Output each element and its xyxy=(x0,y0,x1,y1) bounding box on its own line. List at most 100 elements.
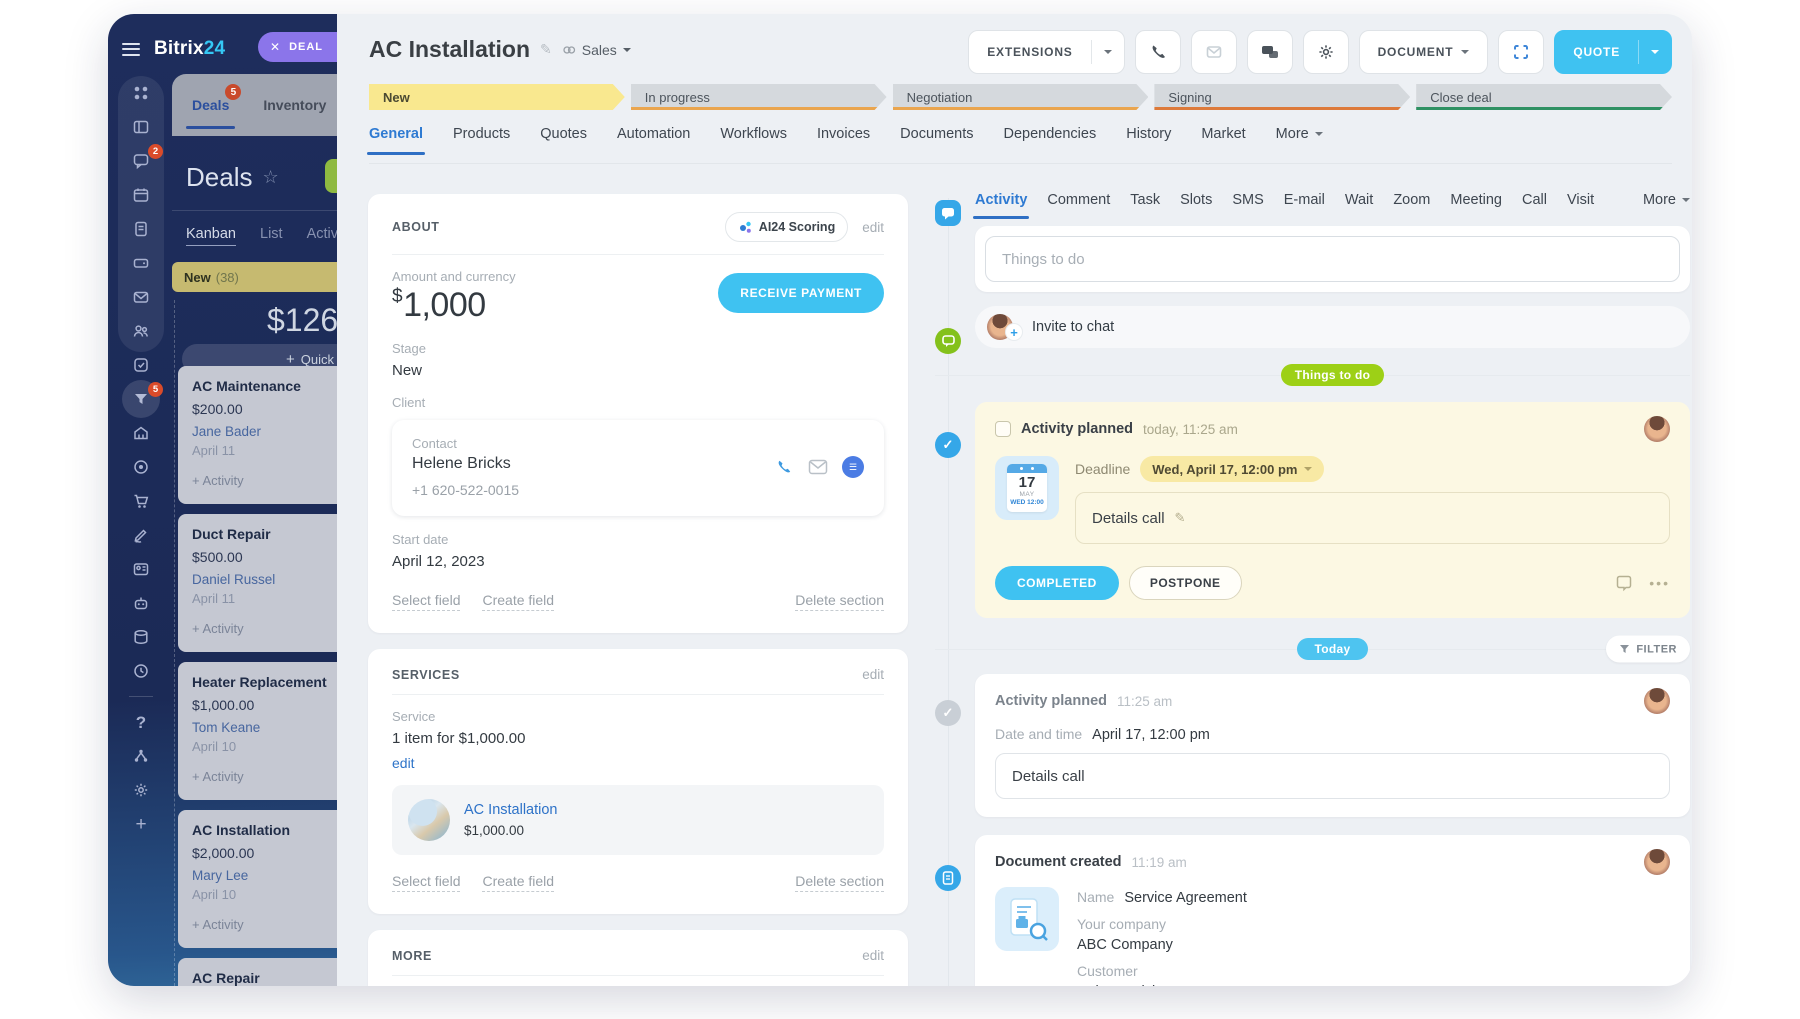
service-edit-link[interactable]: edit xyxy=(392,755,884,771)
kanban-board-icon[interactable] xyxy=(118,110,164,144)
deadline-chip[interactable]: Wed, April 17, 12:00 pm xyxy=(1140,456,1324,482)
receive-payment-button[interactable]: RECEIVE PAYMENT xyxy=(718,273,884,313)
employees-icon[interactable] xyxy=(118,314,164,348)
timeline-tab[interactable]: More xyxy=(1643,192,1690,218)
settings-icon[interactable] xyxy=(118,773,164,807)
add-icon[interactable]: + xyxy=(118,807,164,841)
todo-input[interactable]: Things to do xyxy=(985,236,1680,282)
timeline-tab[interactable]: Meeting xyxy=(1450,192,1502,218)
timeline-tab[interactable]: E-mail xyxy=(1284,192,1325,218)
deal-card[interactable]: AC Maintenance $200.00 Jane Bader April … xyxy=(178,366,337,504)
timeline-tab[interactable]: Zoom xyxy=(1393,192,1430,218)
services-edit-link[interactable]: edit xyxy=(862,667,884,682)
deal-tab[interactable]: Documents xyxy=(900,126,973,154)
deal-tab[interactable]: Invoices xyxy=(817,126,870,154)
deal-tab[interactable]: Automation xyxy=(617,126,690,154)
stage-chip[interactable]: New xyxy=(369,84,625,110)
contact-phone[interactable]: +1 620-522-0015 xyxy=(412,482,864,498)
deal-tab[interactable]: General xyxy=(369,126,423,154)
deal-card[interactable]: AC Repair xyxy=(178,958,337,986)
edit-title-icon[interactable]: ✎ xyxy=(540,41,552,58)
drive-icon[interactable] xyxy=(118,246,164,280)
structure-icon[interactable] xyxy=(118,739,164,773)
close-icon[interactable]: ✕ xyxy=(270,40,281,54)
menu-hamburger-icon[interactable] xyxy=(122,43,140,56)
bi-analytics-icon[interactable] xyxy=(118,620,164,654)
create-field-link[interactable]: Create field xyxy=(482,592,554,611)
messenger-icon[interactable]: ☰ xyxy=(842,456,864,478)
stage-chip[interactable]: Signing xyxy=(1154,84,1410,110)
documents-icon[interactable] xyxy=(118,212,164,246)
deal-tab[interactable]: Workflows xyxy=(720,126,787,154)
deal-tab[interactable]: Market xyxy=(1201,126,1245,154)
sales-icon[interactable] xyxy=(118,484,164,518)
timeline-tab[interactable]: Activity xyxy=(975,192,1027,218)
about-edit-link[interactable]: edit xyxy=(862,220,884,235)
kanban-green-button[interactable] xyxy=(325,159,337,193)
chat-button[interactable] xyxy=(1247,30,1293,74)
deal-chip[interactable]: ✕ DEAL xyxy=(258,32,337,62)
delete-section-link[interactable]: Delete section xyxy=(795,592,884,611)
select-field-link[interactable]: Select field xyxy=(392,873,460,892)
calendar-icon[interactable] xyxy=(118,178,164,212)
phone-icon[interactable] xyxy=(774,457,794,477)
extensions-button[interactable]: EXTENSIONS xyxy=(968,30,1124,74)
note-icon[interactable] xyxy=(1615,574,1633,592)
activity-details-box[interactable]: Details call ✎ xyxy=(1075,492,1670,544)
postpone-button[interactable]: POSTPONE xyxy=(1129,566,1242,600)
apps-grid-icon[interactable] xyxy=(118,76,164,110)
document-button[interactable]: DOCUMENT xyxy=(1359,30,1489,74)
settings-button[interactable] xyxy=(1303,30,1349,74)
kanban-view-tab[interactable]: Activity xyxy=(307,226,337,246)
pipeline-selector[interactable]: Sales xyxy=(562,42,631,58)
deal-tab[interactable]: Quotes xyxy=(540,126,587,154)
kanban-view-tab[interactable]: List xyxy=(260,226,283,246)
messenger-icon[interactable]: 2 xyxy=(118,144,164,178)
deal-tab[interactable]: More xyxy=(1276,126,1323,154)
entry-details-box[interactable]: Details call xyxy=(995,753,1670,799)
time-icon[interactable] xyxy=(118,654,164,688)
quote-button[interactable]: QUOTE xyxy=(1554,30,1672,74)
more-edit-link[interactable]: edit xyxy=(862,948,884,963)
invite-to-chat[interactable]: + Invite to chat xyxy=(975,306,1690,348)
stage-chip[interactable]: Close deal xyxy=(1416,84,1672,110)
ai-icon[interactable] xyxy=(118,586,164,620)
mail-icon[interactable] xyxy=(808,459,828,475)
tab-deals[interactable]: Deals5 xyxy=(192,97,229,113)
deal-card[interactable]: Heater Replacement $1,000.00 Tom Keane A… xyxy=(178,662,337,800)
deal-tab[interactable]: History xyxy=(1126,126,1171,154)
fullscreen-button[interactable] xyxy=(1498,30,1544,74)
tab-inventory[interactable]: Inventory xyxy=(263,97,326,113)
kanban-view-tab[interactable]: Kanban xyxy=(186,226,236,246)
email-button[interactable] xyxy=(1191,30,1237,74)
stage-chip[interactable]: Negotiation xyxy=(893,84,1149,110)
tasks-icon[interactable] xyxy=(118,348,164,382)
favorite-star-icon[interactable]: ☆ xyxy=(262,167,278,188)
timeline-tab[interactable]: SMS xyxy=(1232,192,1263,218)
select-field-link[interactable]: Select field xyxy=(392,592,460,611)
deal-card[interactable]: Duct Repair $500.00 Daniel Russel April … xyxy=(178,514,337,652)
deal-card[interactable]: AC Installation $2,000.00 Mary Lee April… xyxy=(178,810,337,948)
crm-icon[interactable]: 5 xyxy=(118,382,164,416)
completed-button[interactable]: COMPLETED xyxy=(995,566,1119,600)
contact-center-icon[interactable] xyxy=(118,552,164,586)
create-field-link[interactable]: Create field xyxy=(482,873,554,892)
timeline-tab[interactable]: Slots xyxy=(1180,192,1212,218)
product-name-link[interactable]: AC Installation xyxy=(464,802,558,818)
more-actions-icon[interactable]: ••• xyxy=(1649,575,1670,591)
deal-tab[interactable]: Products xyxy=(453,126,510,154)
deal-tab[interactable]: Dependencies xyxy=(1004,126,1097,154)
filter-button[interactable]: FILTER xyxy=(1606,636,1690,663)
marketing-icon[interactable] xyxy=(118,450,164,484)
mail-icon[interactable] xyxy=(118,280,164,314)
ai24-scoring-chip[interactable]: AI24 Scoring xyxy=(725,212,848,242)
timeline-tab[interactable]: Wait xyxy=(1345,192,1373,218)
edit-pencil-icon[interactable]: ✎ xyxy=(1175,510,1186,526)
timeline-tab[interactable]: Call xyxy=(1522,192,1547,218)
timeline-tab[interactable]: Visit xyxy=(1567,192,1594,218)
stage-chip[interactable]: In progress xyxy=(631,84,887,110)
kanban-column-header[interactable]: New(38) xyxy=(172,262,337,292)
timeline-tab[interactable]: Task xyxy=(1130,192,1160,218)
delete-section-link[interactable]: Delete section xyxy=(795,873,884,892)
timeline-tab[interactable]: Comment xyxy=(1047,192,1110,218)
